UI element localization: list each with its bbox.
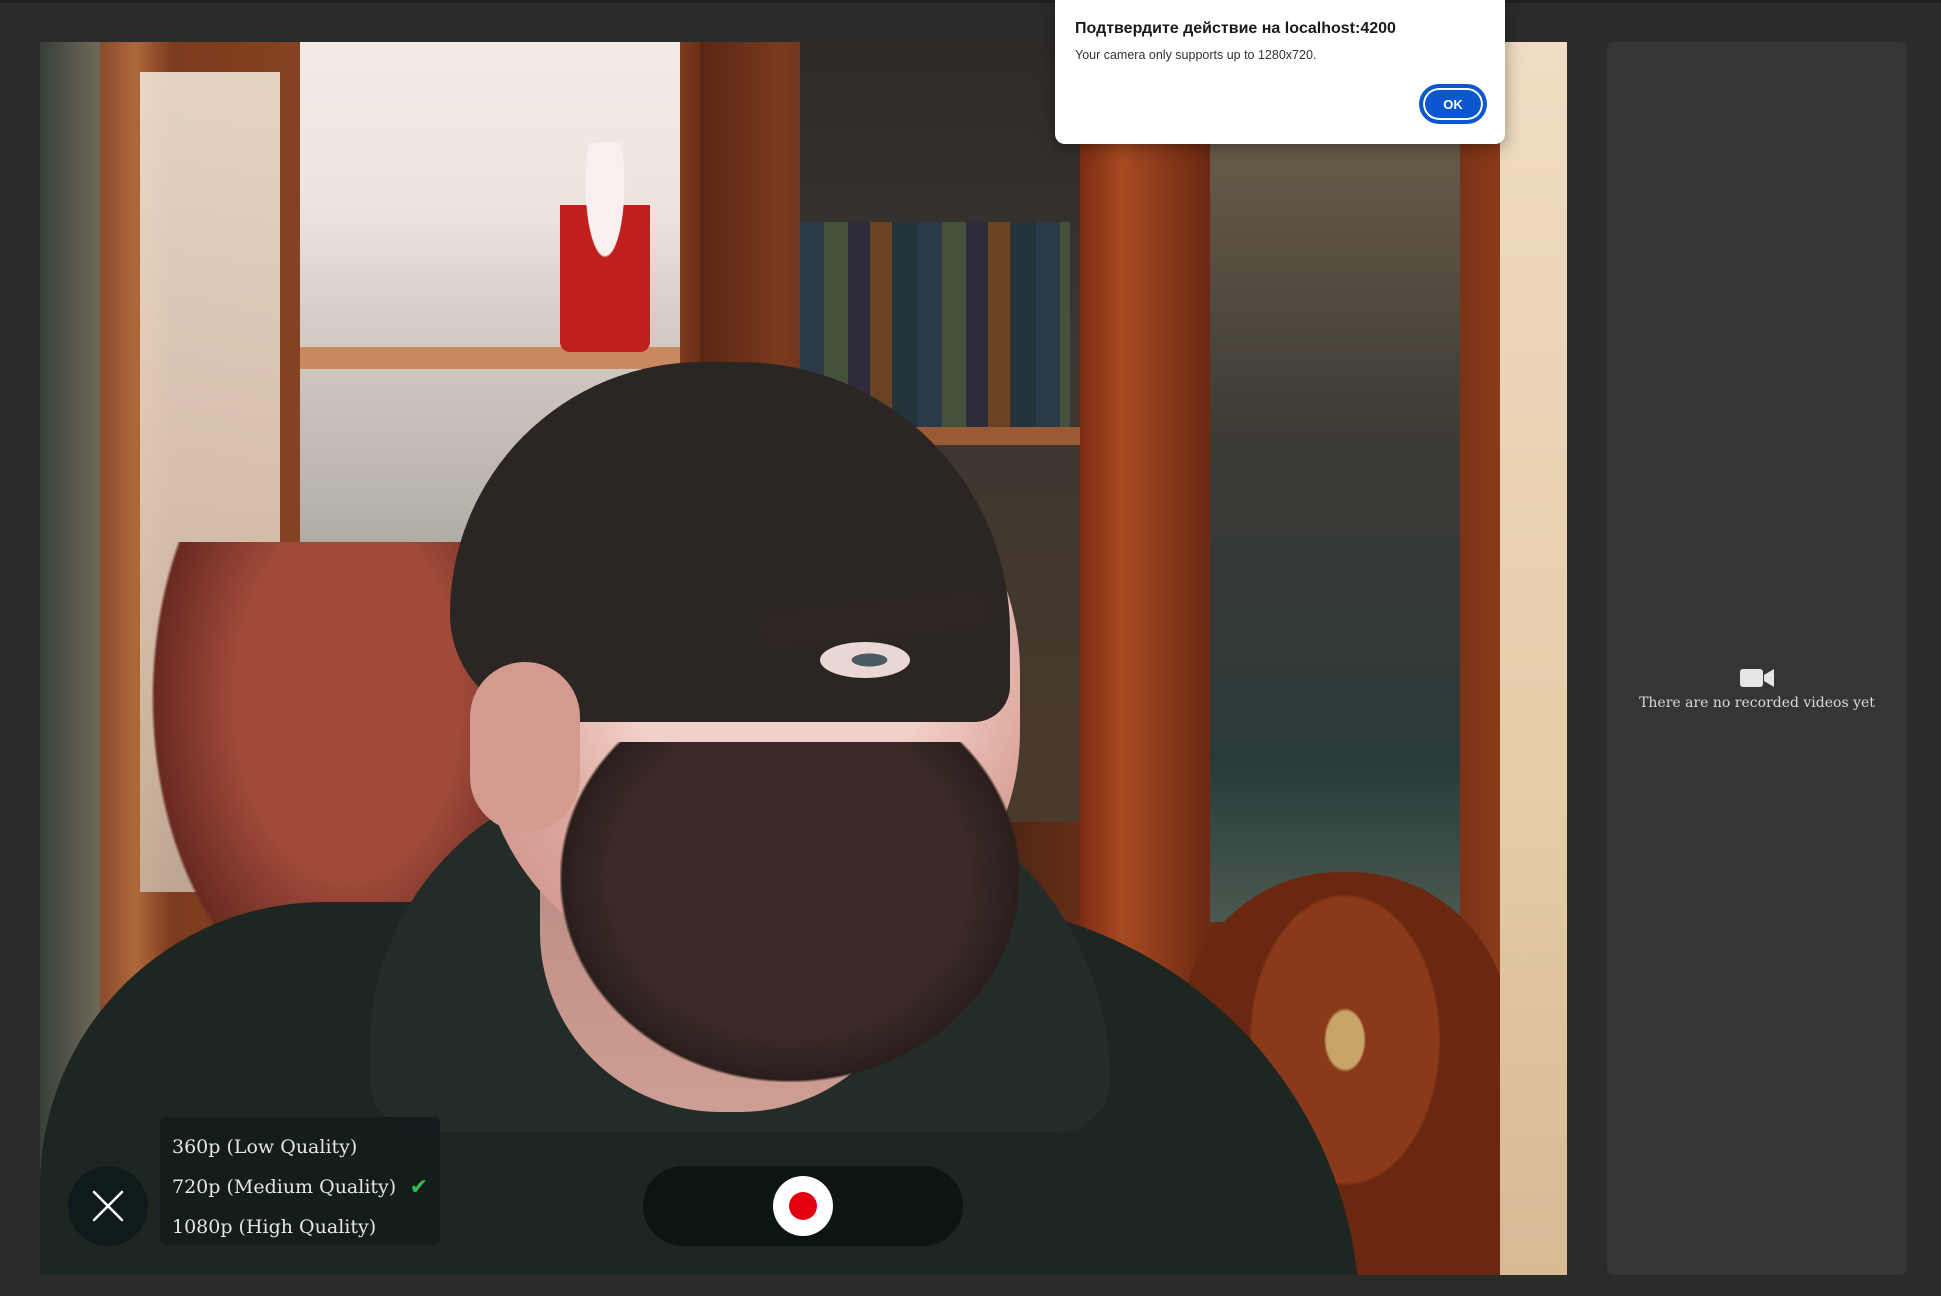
recordings-empty-state: There are no recorded videos yet xyxy=(1607,667,1907,711)
background-figurine xyxy=(560,142,650,352)
close-camera-button[interactable] xyxy=(68,1166,148,1246)
person-eye xyxy=(820,642,910,678)
quality-option-label: 360p (Low Quality) xyxy=(172,1136,358,1158)
video-camera-icon xyxy=(1740,669,1774,687)
quality-option-720p[interactable]: 720p (Medium Quality) ✔ xyxy=(172,1167,428,1207)
checkmark-icon: ✔ xyxy=(409,1174,428,1200)
quality-option-label: 720p (Medium Quality) xyxy=(172,1176,397,1198)
confirm-dialog: Подтвердите действие на localhost:4200 Y… xyxy=(1055,0,1505,144)
quality-option-1080p[interactable]: 1080p (High Quality) xyxy=(172,1207,428,1247)
recordings-panel: There are no recorded videos yet xyxy=(1607,42,1907,1275)
quality-option-label: 1080p (High Quality) xyxy=(172,1216,377,1238)
recordings-empty-text: There are no recorded videos yet xyxy=(1639,695,1875,711)
top-strip xyxy=(0,0,1941,3)
background-glass-right xyxy=(1210,122,1460,922)
camera-preview xyxy=(40,42,1567,1275)
quality-menu: 360p (Low Quality) 720p (Medium Quality)… xyxy=(160,1117,440,1245)
person-beard xyxy=(560,742,1020,1082)
dialog-message: Your camera only supports up to 1280x720… xyxy=(1075,48,1317,62)
close-icon xyxy=(92,1190,124,1222)
ok-button[interactable]: OK xyxy=(1421,86,1485,122)
background-wall-right xyxy=(1500,42,1567,1275)
record-icon xyxy=(789,1192,817,1220)
dialog-title: Подтвердите действие на localhost:4200 xyxy=(1075,20,1396,37)
record-controls xyxy=(643,1166,963,1246)
record-button[interactable] xyxy=(773,1176,833,1236)
quality-option-360p[interactable]: 360p (Low Quality) xyxy=(172,1127,428,1167)
